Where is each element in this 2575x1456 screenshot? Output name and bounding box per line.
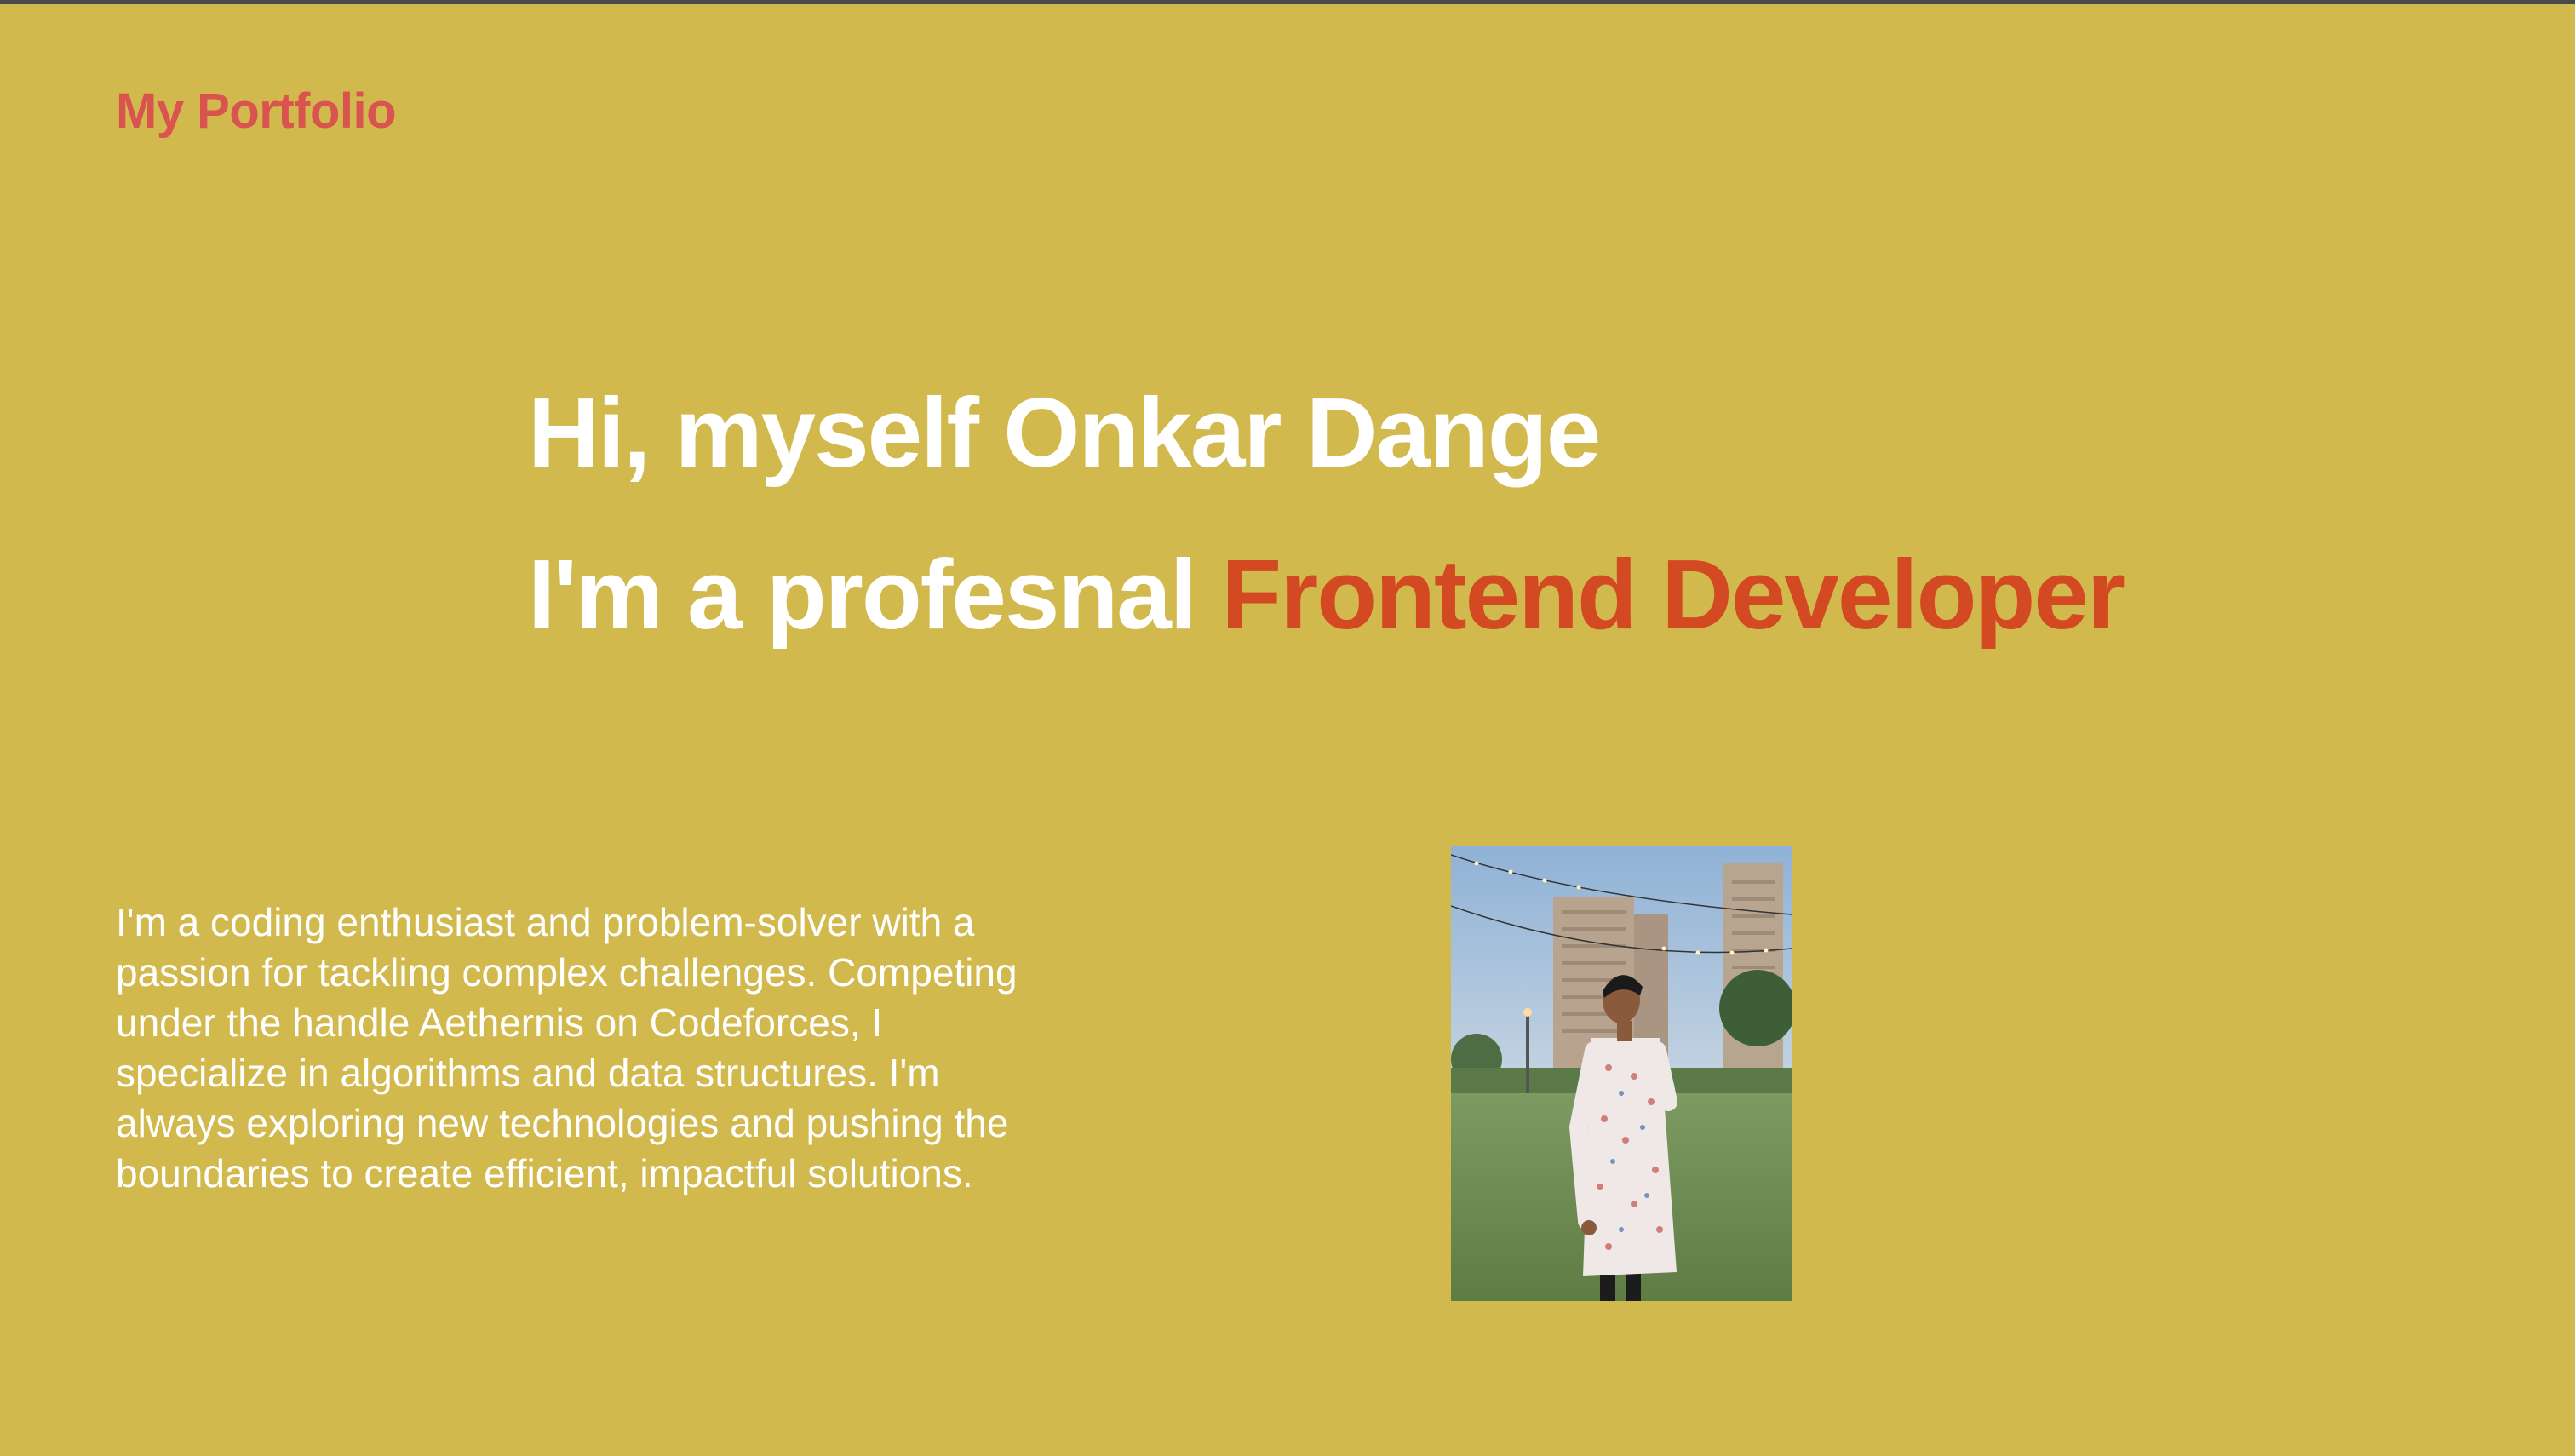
hero-heading: Hi, myself Onkar Dange I'm a profesnal F… — [528, 377, 2125, 644]
profile-photo — [1451, 846, 1792, 1301]
hero-greeting: Hi, myself Onkar Dange — [528, 377, 1601, 488]
hero-role-highlight: Frontend Developer — [1221, 539, 2125, 650]
brand-logo-link[interactable]: My Portfolio — [116, 87, 397, 136]
window-top-border — [0, 0, 2575, 4]
about-paragraph: I'm a coding enthusiast and problem-solv… — [116, 900, 1018, 1195]
portfolio-page: My Portfolio Hi, myself Onkar Dange I'm … — [0, 0, 2575, 1456]
hero-role-prefix: I'm a profesnal — [528, 539, 1222, 650]
hero-role: I'm a profesnal Frontend Developer — [528, 545, 2125, 644]
profile-photo-illustration — [1451, 846, 1792, 1301]
